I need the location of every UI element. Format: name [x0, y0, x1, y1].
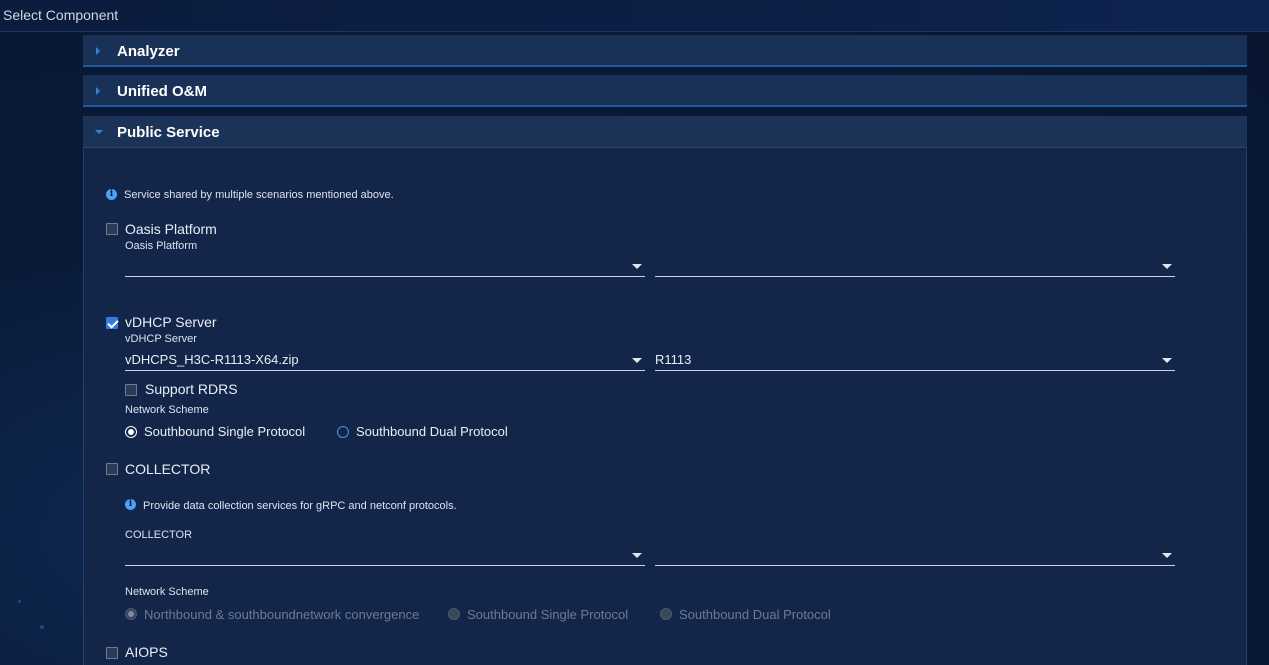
- radio-label: Southbound Dual Protocol: [679, 607, 831, 622]
- select-value: vDHCPS_H3C-R1113-X64.zip: [125, 352, 299, 367]
- support-rdrs-label: Support RDRS: [145, 381, 238, 397]
- vdhcp-server-checkbox-label: vDHCP Server: [125, 314, 217, 330]
- public-service-info-text: Service shared by multiple scenarios men…: [124, 189, 394, 201]
- aiops-checkbox[interactable]: [106, 647, 118, 659]
- dialog-title-bar: Select Component: [0, 0, 1269, 32]
- chevron-down-icon: [632, 553, 642, 558]
- collector-package-select[interactable]: [125, 544, 645, 566]
- oasis-package-select[interactable]: [125, 255, 645, 277]
- oasis-platform-checkbox[interactable]: [106, 223, 118, 235]
- oasis-platform-checkbox-label: Oasis Platform: [125, 221, 217, 237]
- radio-label: Northbound & southboundnetwork convergen…: [144, 607, 420, 622]
- chevron-down-icon: [1162, 358, 1172, 363]
- radio-northbound-southbound-convergence[interactable]: [125, 608, 137, 620]
- background-decoration: [18, 600, 21, 603]
- chevron-down-icon: [1162, 553, 1172, 558]
- aiops-checkbox-label: AIOPS: [125, 644, 168, 660]
- accordion-label: Public Service: [117, 124, 220, 141]
- radio-southbound-single[interactable]: [448, 608, 460, 620]
- vdhcp-package-select[interactable]: vDHCPS_H3C-R1113-X64.zip: [125, 349, 645, 371]
- radio-southbound-single[interactable]: [125, 426, 137, 438]
- background-decoration: [40, 625, 44, 629]
- collector-network-scheme-label: Network Scheme: [125, 586, 209, 598]
- radio-label: Southbound Dual Protocol: [356, 424, 508, 439]
- info-icon: i: [106, 189, 117, 200]
- collector-field-label: COLLECTOR: [125, 529, 193, 541]
- chevron-down-icon: [95, 130, 103, 134]
- chevron-right-icon: [96, 87, 100, 95]
- vdhcp-network-scheme-label: Network Scheme: [125, 404, 209, 416]
- collector-checkbox[interactable]: [106, 463, 118, 475]
- radio-southbound-dual[interactable]: [337, 426, 349, 438]
- collector-info-text: Provide data collection services for gRP…: [143, 500, 457, 512]
- accordion-analyzer[interactable]: Analyzer: [83, 35, 1247, 67]
- accordion-label: Analyzer: [117, 43, 180, 60]
- collector-version-select[interactable]: [655, 544, 1175, 566]
- vdhcp-server-field-label: vDHCP Server: [125, 333, 197, 345]
- public-service-panel: [83, 148, 1247, 665]
- support-rdrs-checkbox[interactable]: [125, 384, 137, 396]
- accordion-public-service[interactable]: Public Service: [83, 116, 1247, 148]
- vdhcp-server-checkbox[interactable]: [106, 317, 118, 329]
- accordion-label: Unified O&M: [117, 83, 207, 100]
- radio-label: Southbound Single Protocol: [144, 424, 306, 439]
- select-value: R1113: [655, 352, 692, 367]
- chevron-down-icon: [632, 264, 642, 269]
- info-icon: i: [125, 499, 136, 510]
- collector-checkbox-label: COLLECTOR: [125, 461, 211, 477]
- radio-southbound-dual[interactable]: [660, 608, 672, 620]
- vdhcp-version-select[interactable]: R1113: [655, 349, 1175, 371]
- dialog-title: Select Component: [3, 7, 119, 23]
- radio-label: Southbound Single Protocol: [467, 607, 629, 622]
- oasis-version-select[interactable]: [655, 255, 1175, 277]
- accordion-unified-om[interactable]: Unified O&M: [83, 75, 1247, 107]
- chevron-right-icon: [96, 47, 100, 55]
- oasis-platform-field-label: Oasis Platform: [125, 240, 198, 252]
- chevron-down-icon: [632, 358, 642, 363]
- chevron-down-icon: [1162, 264, 1172, 269]
